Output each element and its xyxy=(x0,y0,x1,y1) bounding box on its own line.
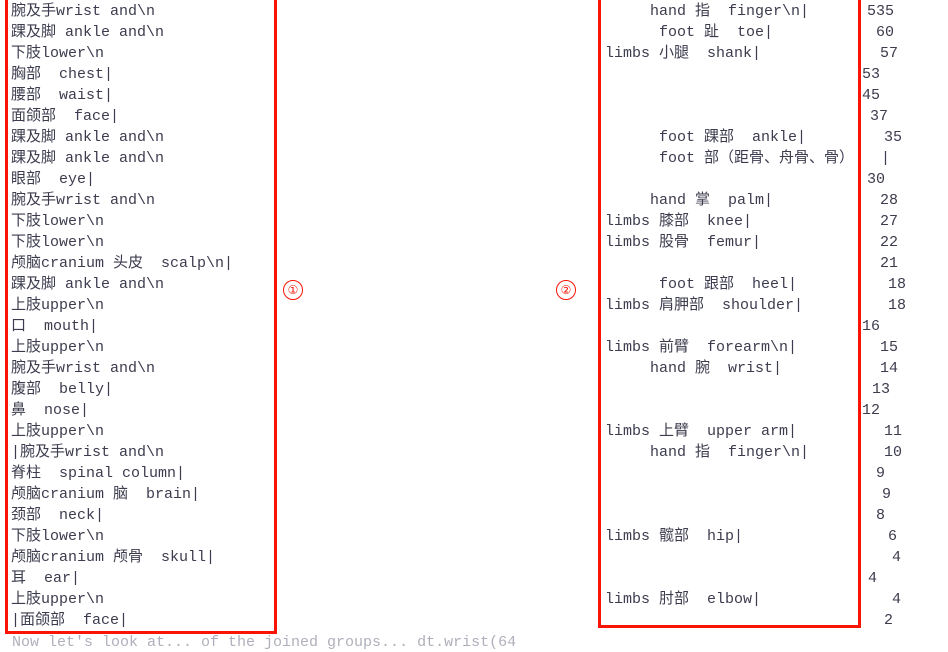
mid-row-10: limbs 膝部 knee| xyxy=(605,213,753,230)
left-row-11: 下肢lower\n xyxy=(11,234,105,251)
mid-row-14: limbs 肩胛部 shoulder| xyxy=(605,297,804,314)
left-row-2: 下肢lower\n xyxy=(11,45,105,62)
mid-row-25: limbs 髋部 hip| xyxy=(605,528,744,545)
count-row-1: 60 xyxy=(876,24,895,41)
left-row-17: 腕及手wrist and\n xyxy=(11,360,156,377)
left-row-3: 胸部 chest| xyxy=(11,66,114,83)
mid-row-9: hand 掌 palm| xyxy=(605,192,774,209)
left-row-28: 上肢upper\n xyxy=(11,591,105,608)
count-row-9: 28 xyxy=(880,192,899,209)
middle-text-column: hand 指 finger\n| foot 趾 toe| limbs 小腿 sha… xyxy=(605,1,890,610)
count-row-7 xyxy=(862,148,906,169)
left-row-22: 脊柱 spinal column| xyxy=(11,465,186,482)
count-row-8: 30 xyxy=(867,171,886,188)
count-row-26: 4 xyxy=(892,549,902,566)
count-row-10: 27 xyxy=(880,213,899,230)
left-row-25: 下肢lower\n xyxy=(11,528,105,545)
left-row-10: 下肢lower\n xyxy=(11,213,105,230)
count-row-19: 12 xyxy=(862,402,881,419)
left-row-12: 颅脑cranium 头皮 scalp\n| xyxy=(11,255,234,272)
left-row-4: 腰部 waist| xyxy=(11,87,114,104)
left-row-1: 踝及脚 ankle and\n xyxy=(11,24,165,41)
mid-row-16: limbs 前臂 forearm\n| xyxy=(605,339,798,356)
left-row-8: 眼部 eye| xyxy=(11,171,96,188)
count-row-4: 45 xyxy=(862,87,881,104)
count-row-18: 13 xyxy=(872,381,891,398)
mid-row-26 xyxy=(605,547,890,568)
count-row-15: 16 xyxy=(862,318,881,335)
mid-row-7: foot 部（距骨、舟骨、骨） | xyxy=(605,150,891,167)
left-row-0: 腕及手wrist and\n xyxy=(11,3,156,20)
count-row-28: 4 xyxy=(892,591,902,608)
mid-row-3 xyxy=(605,64,890,85)
count-row-22: 9 xyxy=(876,465,886,482)
mid-row-4 xyxy=(605,85,890,106)
clipped-bottom-text: Now let's look at... of the joined group… xyxy=(12,634,517,651)
count-row-13: 18 xyxy=(888,276,907,293)
count-row-16: 15 xyxy=(880,339,899,356)
left-row-23: 颅脑cranium 脑 brain| xyxy=(11,486,201,503)
count-row-17: 14 xyxy=(880,360,899,377)
mid-row-20: limbs 上臂 upper arm| xyxy=(605,423,798,440)
mid-row-8 xyxy=(605,169,890,190)
count-row-6: 35 xyxy=(884,129,903,146)
mid-row-18 xyxy=(605,379,890,400)
mid-row-15 xyxy=(605,316,890,337)
mid-row-21: hand 指 finger\n| xyxy=(605,444,810,461)
count-row-2: 57 xyxy=(880,45,899,62)
left-row-19: 鼻 nose| xyxy=(11,402,90,419)
left-row-20: 上肢upper\n xyxy=(11,423,105,440)
mid-row-0: hand 指 finger\n| xyxy=(605,3,810,20)
left-row-9: 腕及手wrist and\n xyxy=(11,192,156,209)
left-row-14: 上肢upper\n xyxy=(11,297,105,314)
left-row-16: 上肢upper\n xyxy=(11,339,105,356)
count-row-29: 2 xyxy=(884,612,894,629)
mid-row-19 xyxy=(605,400,890,421)
annotation-marker-1: ① xyxy=(283,280,303,300)
mid-row-11: limbs 股骨 femur| xyxy=(605,234,762,251)
count-row-23: 9 xyxy=(882,486,892,503)
left-row-13: 踝及脚 ankle and\n xyxy=(11,276,165,293)
mid-row-24 xyxy=(605,505,890,526)
left-row-21: |腕及手wrist and\n xyxy=(11,444,165,461)
mid-row-22 xyxy=(605,463,890,484)
left-row-6: 踝及脚 ankle and\n xyxy=(11,129,165,146)
mid-row-13: foot 跟部 heel| xyxy=(605,276,798,293)
left-row-27: 耳 ear| xyxy=(11,570,81,587)
count-row-14: 18 xyxy=(888,297,907,314)
count-row-11: 22 xyxy=(880,234,899,251)
annotation-marker-2: ② xyxy=(556,280,576,300)
left-row-7: 踝及脚 ankle and\n xyxy=(11,150,165,167)
left-row-5: 面颌部 face| xyxy=(11,108,120,125)
mid-row-28: limbs 肘部 elbow| xyxy=(605,591,762,608)
mid-row-6: foot 踝部 ankle| xyxy=(605,129,807,146)
mid-row-17: hand 腕 wrist| xyxy=(605,360,783,377)
mid-row-27 xyxy=(605,568,890,589)
count-row-3: 53 xyxy=(862,66,881,83)
count-row-12: 21 xyxy=(880,255,899,272)
mid-row-5 xyxy=(605,106,890,127)
mid-row-23 xyxy=(605,484,890,505)
mid-row-12 xyxy=(605,253,890,274)
count-row-21: 10 xyxy=(884,444,903,461)
left-row-26: 颅脑cranium 颅骨 skull| xyxy=(11,549,216,566)
left-row-24: 颈部 neck| xyxy=(11,507,105,524)
mid-row-2: limbs 小腿 shank| xyxy=(605,45,762,62)
left-row-29: |面颌部 face| xyxy=(11,612,129,629)
count-row-5: 37 xyxy=(870,108,889,125)
count-row-27: 4 xyxy=(868,570,878,587)
count-row-25: 6 xyxy=(888,528,898,545)
count-row-24: 8 xyxy=(876,507,886,524)
count-row-20: 11 xyxy=(884,423,903,440)
left-row-15: 口 mouth| xyxy=(11,318,99,335)
count-row-0: 535 xyxy=(867,3,895,20)
left-row-18: 腹部 belly| xyxy=(11,381,114,398)
left-text-column: 腕及手wrist and\n 踝及脚 ankle and\n 下肢lower\n 胸部… xyxy=(11,1,233,631)
mid-row-1: foot 趾 toe| xyxy=(605,24,774,41)
count-text-column: 535 60 57 53 45 37 35 30 28 27 22 21 18 18 16 15 14 13 12… xyxy=(862,1,906,631)
